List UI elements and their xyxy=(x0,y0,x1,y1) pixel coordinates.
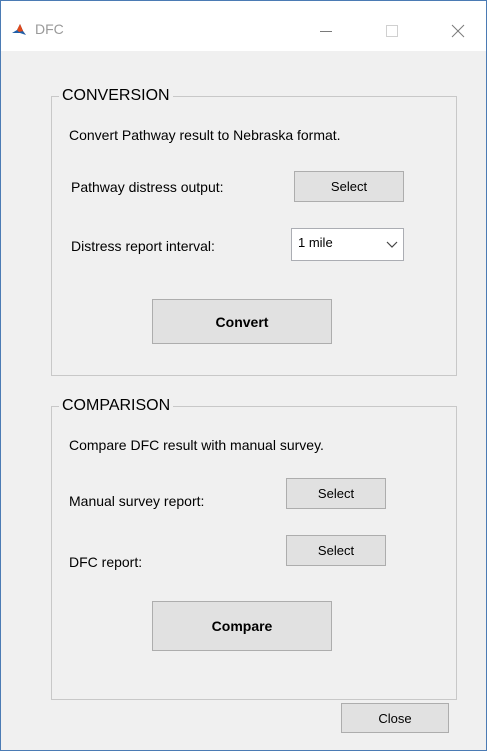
pathway-select-button[interactable]: Select xyxy=(294,171,404,202)
chevron-down-icon[interactable] xyxy=(381,229,403,260)
dfc-window: DFC CONVERSION Convert Pathway result to… xyxy=(0,0,487,751)
convert-button[interactable]: Convert xyxy=(152,299,332,344)
comparison-description: Compare DFC result with manual survey. xyxy=(69,437,324,453)
dfc-select-button[interactable]: Select xyxy=(286,535,386,566)
matlab-icon xyxy=(11,22,27,38)
maximize-icon[interactable] xyxy=(369,15,415,45)
interval-value: 1 mile xyxy=(298,235,333,250)
minimize-icon[interactable] xyxy=(303,15,349,45)
comparison-group-label: COMPARISON xyxy=(59,397,174,415)
window-title: DFC xyxy=(35,21,64,37)
title-bar[interactable]: DFC xyxy=(1,1,486,51)
conversion-group: CONVERSION Convert Pathway result to Neb… xyxy=(51,87,457,376)
conversion-group-label: CONVERSION xyxy=(59,87,173,105)
interval-dropdown[interactable]: 1 mile xyxy=(291,228,404,261)
compare-button[interactable]: Compare xyxy=(152,601,332,651)
manual-select-button[interactable]: Select xyxy=(286,478,386,509)
comparison-group: COMPARISON Compare DFC result with manua… xyxy=(51,397,457,700)
interval-label: Distress report interval: xyxy=(71,238,215,254)
close-icon[interactable] xyxy=(435,15,481,45)
manual-report-label: Manual survey report: xyxy=(69,493,205,509)
pathway-output-label: Pathway distress output: xyxy=(71,179,224,195)
close-button[interactable]: Close xyxy=(341,703,449,733)
conversion-description: Convert Pathway result to Nebraska forma… xyxy=(69,127,341,143)
dfc-report-label: DFC report: xyxy=(69,554,143,570)
